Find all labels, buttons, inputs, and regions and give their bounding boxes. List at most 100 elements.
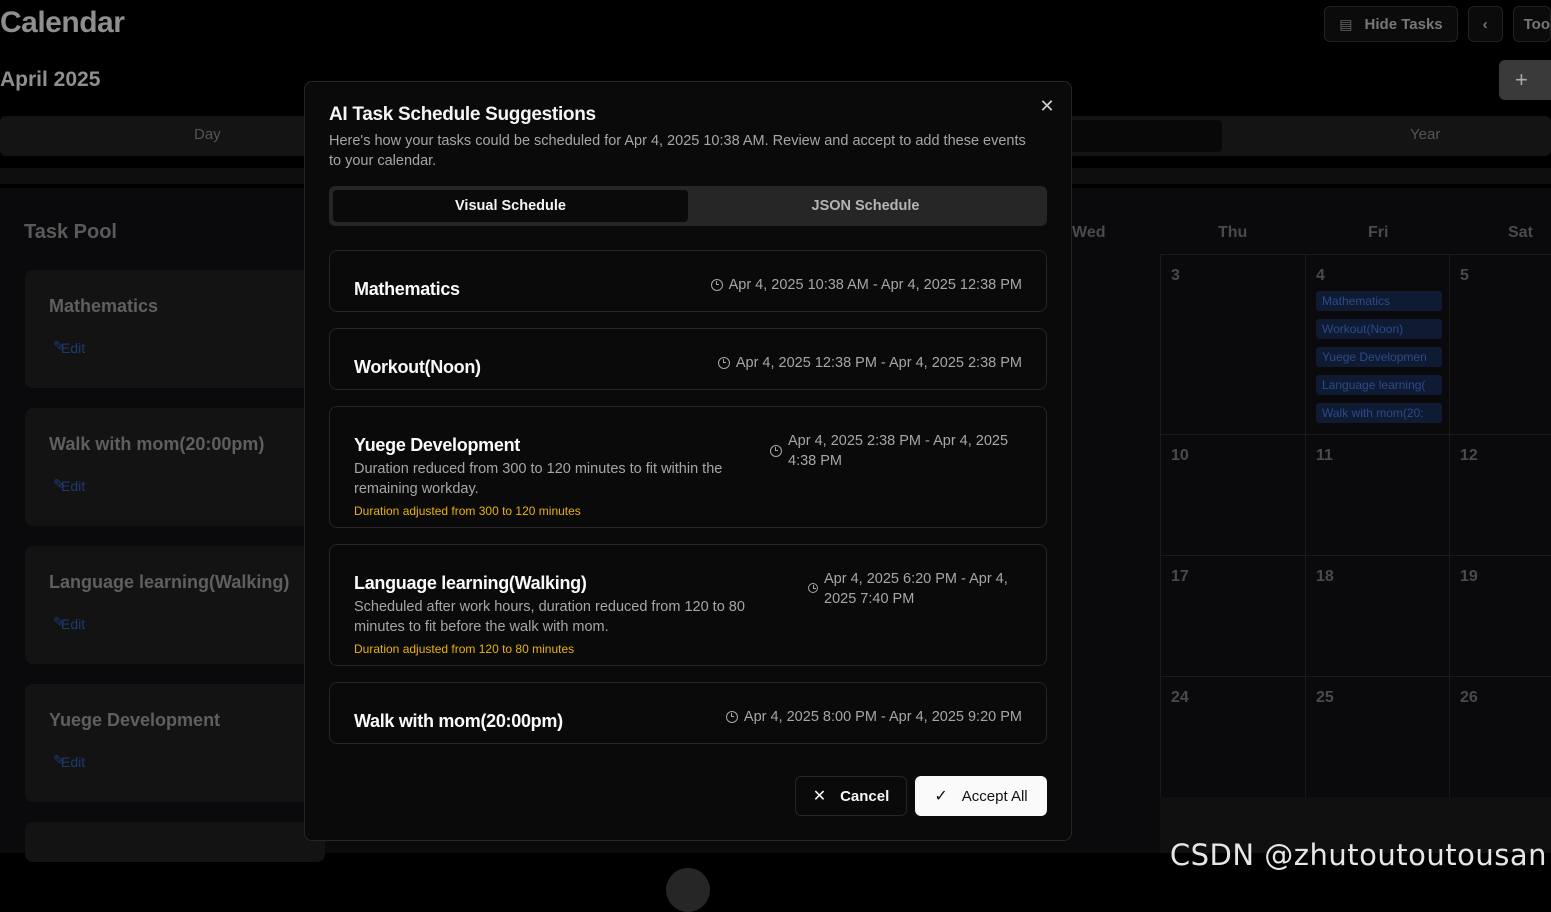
day-cell[interactable]: 19 xyxy=(1449,555,1551,676)
event-chip[interactable]: Walk with mom(20: xyxy=(1316,403,1442,423)
day-header-thu: Thu xyxy=(1218,224,1248,241)
day-cell[interactable]: 17 xyxy=(1160,555,1305,676)
task-card[interactable]: Walk with mom(20:00pm) ✎ Edit xyxy=(25,408,325,526)
clock-icon xyxy=(725,711,738,723)
task-name: Workout(Noon) xyxy=(354,357,481,377)
dialog-description: Here's how your tasks could be scheduled… xyxy=(329,133,1026,169)
pencil-icon: ✎ xyxy=(53,752,65,768)
day-cell[interactable]: 3 xyxy=(1160,254,1305,434)
day-cell[interactable]: 10 xyxy=(1160,434,1305,555)
day-header-sat: Sat xyxy=(1508,224,1533,241)
day-number: 19 xyxy=(1460,568,1478,585)
day-cell[interactable]: 12 xyxy=(1449,434,1551,555)
hide-tasks-button[interactable]: ▤ Hide Tasks xyxy=(1324,6,1458,42)
month-label: April 2025 xyxy=(0,68,101,91)
tab-day[interactable]: Day xyxy=(194,126,221,143)
task-name: Language learning(Walking) xyxy=(354,573,587,593)
task-card[interactable]: Yuege Development ✎ Edit xyxy=(25,684,325,802)
top-toolbar: ▤ Hide Tasks ‹ Too xyxy=(1324,6,1551,42)
cancel-button[interactable]: ✕ Cancel xyxy=(795,776,907,816)
task-time: Apr 4, 2025 12:38 PM - Apr 4, 2025 2:38 … xyxy=(717,353,1022,373)
clock-icon xyxy=(808,583,818,593)
task-edit-link[interactable]: ✎ Edit xyxy=(53,614,85,632)
task-name: Yuege Development xyxy=(49,710,221,730)
pencil-icon: ✎ xyxy=(53,338,65,354)
pencil-icon: ✎ xyxy=(53,476,65,492)
close-icon: ✕ xyxy=(812,788,827,805)
task-time: Apr 4, 2025 2:38 PM - Apr 4, 2025 4:38 P… xyxy=(770,431,1022,471)
day-number: 26 xyxy=(1460,689,1478,706)
accept-label: Accept All xyxy=(961,787,1028,805)
day-header-fri: Fri xyxy=(1368,224,1389,241)
task-card[interactable]: Mathematics ✎ Edit xyxy=(25,270,325,388)
day-cell[interactable]: 24 xyxy=(1160,676,1305,797)
time-text: Apr 4, 2025 6:20 PM - Apr 4, 2025 7:40 P… xyxy=(824,571,1008,607)
day-number: 10 xyxy=(1171,447,1189,464)
today-button[interactable]: Too xyxy=(1512,6,1551,42)
task-edit-link[interactable]: ✎ Edit xyxy=(53,476,85,494)
clipboard-icon: ▤ xyxy=(1339,15,1353,32)
time-text: Apr 4, 2025 12:38 PM - Apr 4, 2025 2:38 … xyxy=(735,355,1022,371)
schedule-card: Workout(Noon) Apr 4, 2025 12:38 PM - Apr… xyxy=(329,328,1047,390)
accept-all-button[interactable]: ✓ Accept All xyxy=(915,776,1047,816)
app-title: Calendar xyxy=(0,6,125,39)
task-edit-link[interactable]: ✎ Edit xyxy=(53,338,85,356)
day-number: 24 xyxy=(1171,689,1189,706)
day-number: 4 xyxy=(1316,267,1325,284)
day-number: 18 xyxy=(1316,568,1334,585)
task-card[interactable]: Language learning(Walking) ✎ Edit xyxy=(25,546,325,664)
time-text: Apr 4, 2025 2:38 PM - Apr 4, 2025 4:38 P… xyxy=(788,433,1009,469)
tab-year[interactable]: Year xyxy=(1410,126,1440,143)
watermark: CSDN @zhutoutoutousan xyxy=(1169,838,1547,872)
cancel-label: Cancel xyxy=(840,787,890,805)
day-number: 3 xyxy=(1171,267,1180,284)
task-pool-title: Task Pool xyxy=(24,221,117,243)
adjustment-note: Duration adjusted from 120 to 80 minutes xyxy=(354,642,575,656)
day-cell[interactable]: 4 Mathematics Workout(Noon) Yuege Develo… xyxy=(1305,254,1449,434)
day-number: 25 xyxy=(1316,689,1334,706)
day-number: 12 xyxy=(1460,447,1478,464)
day-header-wed: Wed xyxy=(1072,224,1106,241)
day-cell[interactable]: 26 xyxy=(1449,676,1551,797)
day-cell[interactable]: 11 xyxy=(1305,434,1449,555)
task-name: Walk with mom(20:00pm) xyxy=(354,711,563,731)
event-chip[interactable]: Language learning( xyxy=(1316,375,1442,395)
task-time: Apr 4, 2025 8:00 PM - Apr 4, 2025 9:20 P… xyxy=(725,707,1022,727)
event-chip[interactable]: Yuege Developmen xyxy=(1316,347,1442,367)
task-time: Apr 4, 2025 6:20 PM - Apr 4, 2025 7:40 P… xyxy=(808,569,1022,609)
task-name: Language learning(Walking) xyxy=(49,572,290,592)
task-reason: Duration reduced from 300 to 120 minutes… xyxy=(354,461,723,497)
event-chip[interactable]: Mathematics xyxy=(1316,291,1442,311)
day-number: 17 xyxy=(1171,568,1189,585)
today-label: Too xyxy=(1523,15,1550,33)
schedule-card: Language learning(Walking) Scheduled aft… xyxy=(329,544,1047,666)
clock-icon xyxy=(710,279,723,291)
calendar-grid: Wed Thu Fri Sat 3 4 Mathematics Workout(… xyxy=(1016,210,1551,800)
task-time: Apr 4, 2025 10:38 AM - Apr 4, 2025 12:38… xyxy=(710,275,1022,295)
day-cell[interactable]: 5 xyxy=(1449,254,1551,434)
clock-icon xyxy=(770,445,782,457)
task-name: Mathematics xyxy=(354,279,460,299)
schedule-tabs: Visual Schedule JSON Schedule xyxy=(329,186,1047,226)
day-number: 5 xyxy=(1460,267,1469,284)
task-card[interactable] xyxy=(25,822,325,862)
task-name: Yuege Development xyxy=(354,435,520,455)
chevron-left-icon: ‹ xyxy=(1482,15,1488,33)
event-chip[interactable]: Workout(Noon) xyxy=(1316,319,1442,339)
task-name: Walk with mom(20:00pm) xyxy=(49,434,265,454)
clock-icon xyxy=(717,357,730,369)
scroll-handle[interactable] xyxy=(666,868,710,912)
close-icon[interactable]: ✕ xyxy=(1037,96,1057,116)
tab-json-schedule[interactable]: JSON Schedule xyxy=(688,190,1043,222)
task-reason: Scheduled after work hours, duration red… xyxy=(354,599,745,635)
tab-visual-schedule[interactable]: Visual Schedule xyxy=(333,190,688,222)
task-edit-link[interactable]: ✎ Edit xyxy=(53,752,85,770)
day-cell[interactable]: 25 xyxy=(1305,676,1449,797)
prev-button[interactable]: ‹ xyxy=(1467,6,1503,42)
schedule-card: Yuege Development Duration reduced from … xyxy=(329,406,1047,528)
adjustment-note: Duration adjusted from 300 to 120 minute… xyxy=(354,504,581,518)
ai-schedule-dialog: ✕ AI Task Schedule Suggestions Here's ho… xyxy=(304,81,1072,841)
dialog-title: AI Task Schedule Suggestions xyxy=(329,104,596,125)
day-cell[interactable]: 18 xyxy=(1305,555,1449,676)
add-event-button[interactable]: + xyxy=(1499,60,1551,100)
